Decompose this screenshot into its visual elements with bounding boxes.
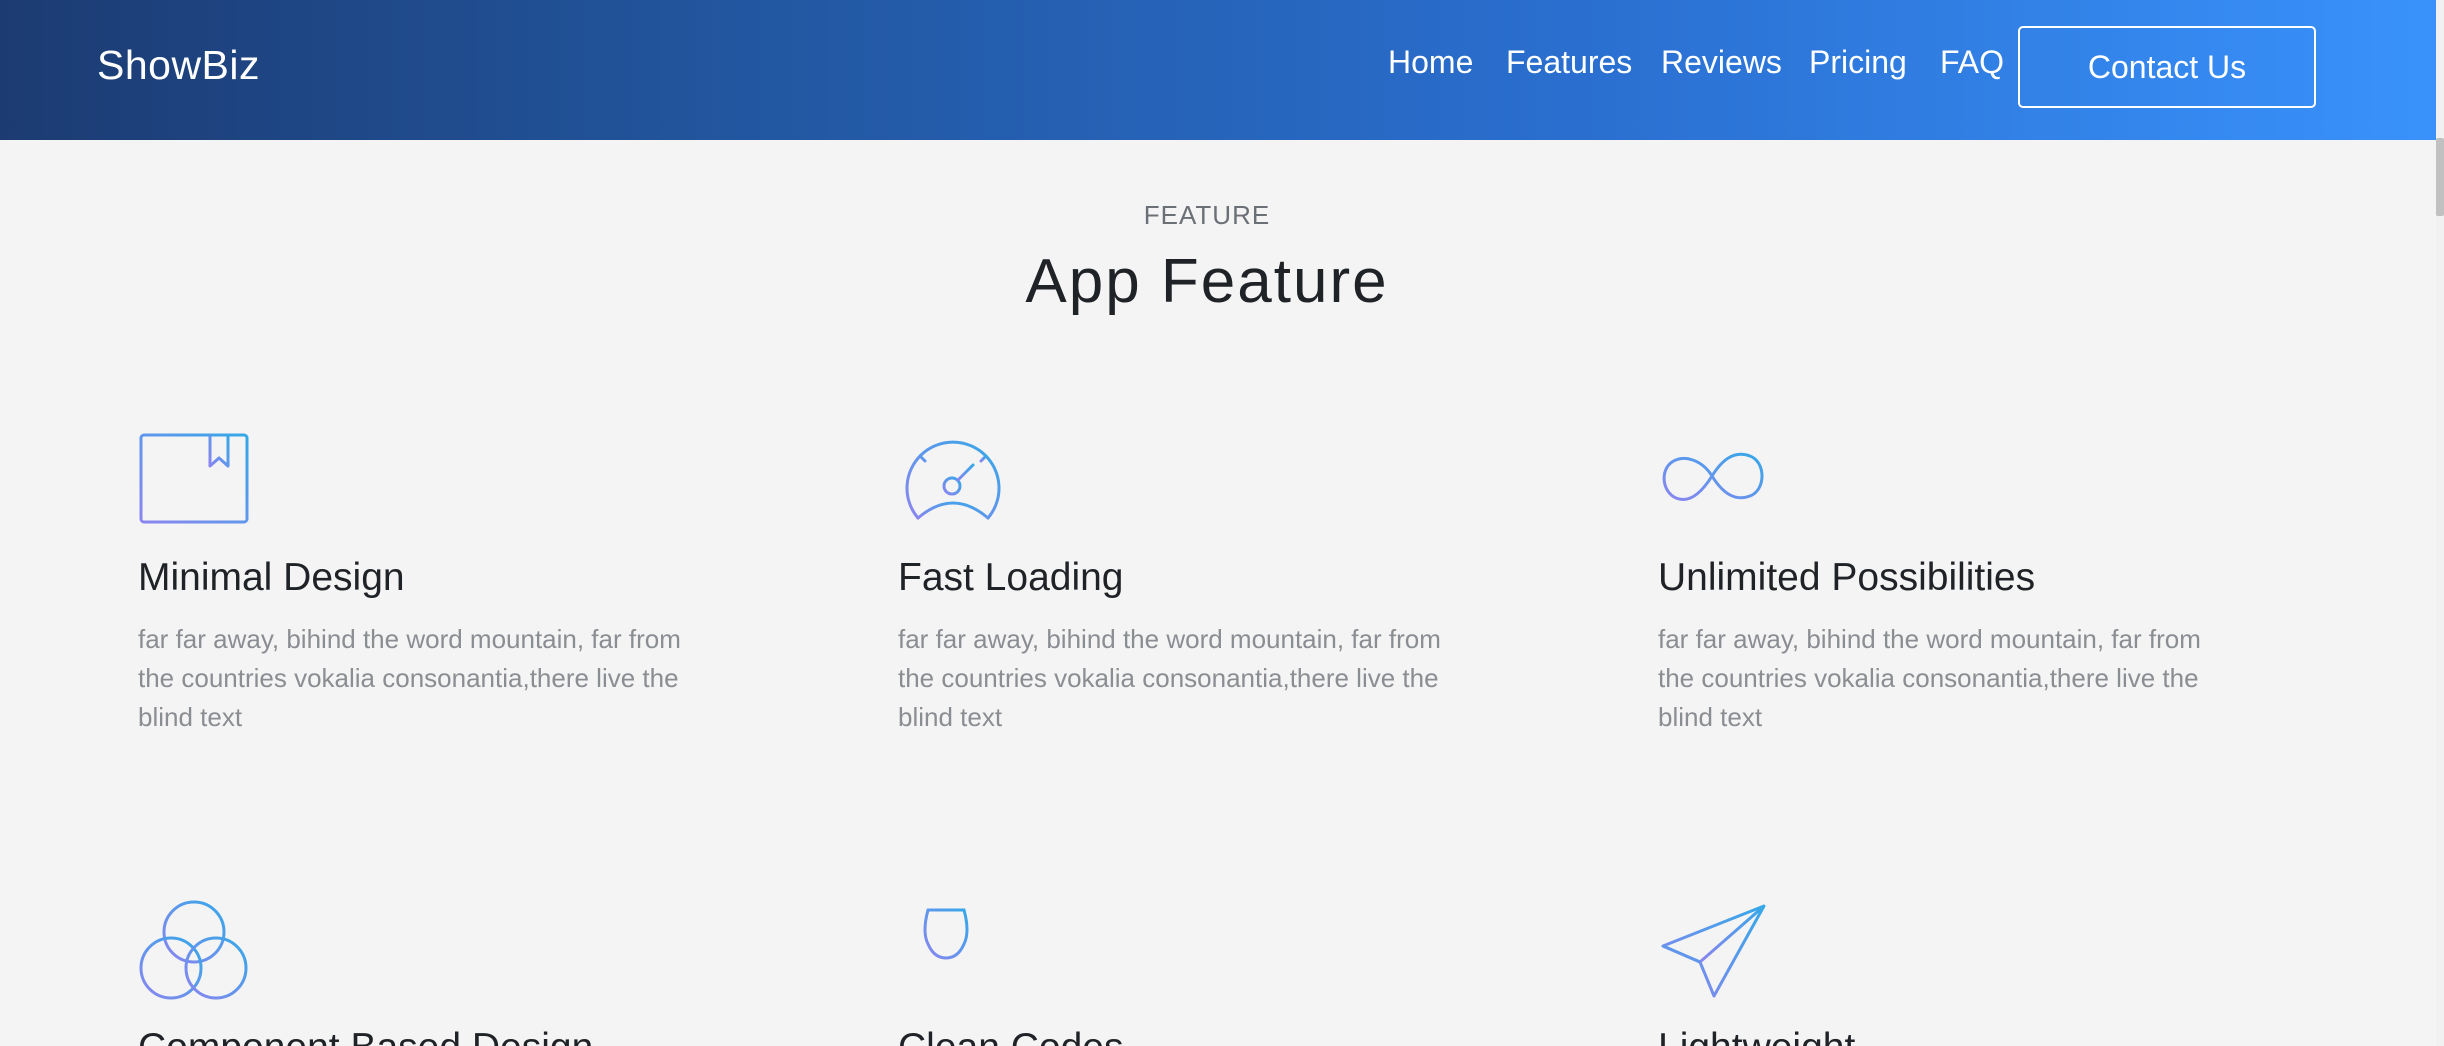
speedometer-icon bbox=[905, 440, 1001, 520]
circles-icon bbox=[139, 900, 248, 1000]
book-icon bbox=[139, 433, 249, 527]
feature-text: far far away, bihind the word mountain, … bbox=[1658, 624, 2201, 732]
feature-text: far far away, bihind the word mountain, … bbox=[138, 624, 681, 732]
nav-pricing[interactable]: Pricing bbox=[1809, 44, 1907, 81]
brand-logo[interactable]: ShowBiz bbox=[97, 42, 260, 89]
section-title: App Feature bbox=[1025, 247, 1389, 316]
feature-title: Lightweight bbox=[1658, 1026, 1855, 1046]
nav-features[interactable]: Features bbox=[1506, 44, 1632, 81]
nav-faq[interactable]: FAQ bbox=[1940, 44, 2004, 81]
wine-glass-icon bbox=[922, 908, 970, 999]
feature-title: Component Based Design bbox=[138, 1026, 593, 1046]
feature-title: Minimal Design bbox=[138, 556, 405, 599]
feature-title: Clean Codes bbox=[898, 1026, 1123, 1046]
nav-home[interactable]: Home bbox=[1388, 44, 1473, 81]
site-header: ShowBiz Home Features Reviews Pricing FA… bbox=[0, 0, 2436, 140]
contact-us-button[interactable]: Contact Us bbox=[2018, 26, 2316, 108]
nav-reviews[interactable]: Reviews bbox=[1661, 44, 1782, 81]
feature-title: Fast Loading bbox=[898, 556, 1124, 599]
feature-title: Unlimited Possibilities bbox=[1658, 556, 2036, 599]
page: ShowBiz Home Features Reviews Pricing FA… bbox=[0, 0, 2444, 1046]
paper-plane-icon bbox=[1661, 904, 1766, 998]
infinity-icon bbox=[1662, 452, 1764, 501]
section-eyebrow: FEATURE bbox=[1143, 200, 1271, 230]
scrollbar-thumb[interactable] bbox=[2436, 138, 2444, 216]
feature-text: far far away, bihind the word mountain, … bbox=[898, 624, 1441, 732]
page-scrollbar[interactable] bbox=[2436, 0, 2444, 1046]
